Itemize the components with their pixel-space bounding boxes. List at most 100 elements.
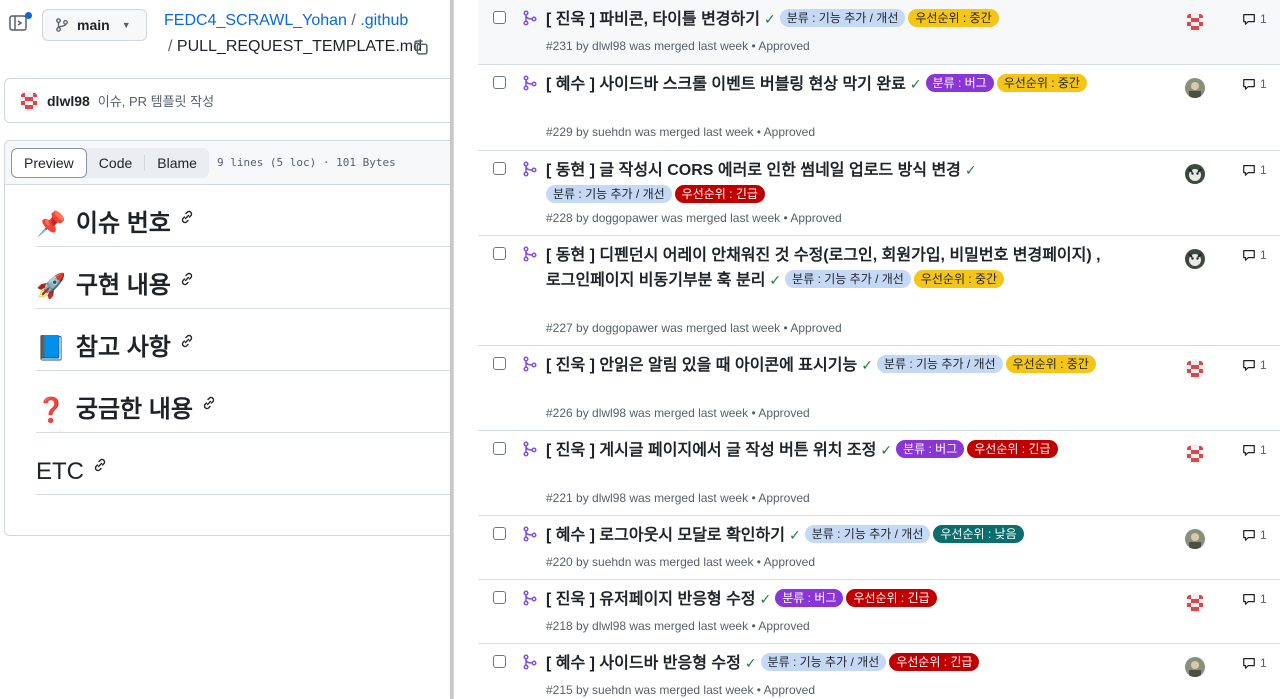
tab-code[interactable]: Code (87, 148, 144, 178)
commit-author-link[interactable]: dlwl98 (47, 93, 90, 109)
comment-count-link[interactable]: 1 (1242, 163, 1267, 177)
avatar[interactable] (1185, 657, 1205, 677)
comment-count: 1 (1260, 77, 1267, 91)
pr-select-checkbox[interactable] (493, 442, 506, 455)
pr-select-checkbox[interactable] (493, 247, 506, 260)
check-icon[interactable]: ✓ (789, 527, 801, 543)
pr-select-checkbox[interactable] (493, 527, 506, 540)
pr-title-line: [ 진욱 ] 안읽은 알림 있을 때 아이콘에 표시기능 ✓ 분류 : 기능 추가 … (546, 353, 1106, 378)
pr-label[interactable]: 분류 : 기능 추가 / 개선 (760, 653, 887, 671)
comment-icon (1243, 360, 1255, 371)
link-icon[interactable] (201, 395, 217, 411)
pr-title-link[interactable]: [ 진욱 ] 안읽은 알림 있을 때 아이콘에 표시기능 (546, 357, 857, 374)
avatar[interactable] (1185, 444, 1205, 464)
heading-issue-number: 📌 이슈 번호 (36, 185, 450, 247)
pr-title-link[interactable]: [ 진욱 ] 파비콘, 타이틀 변경하기 (546, 11, 760, 28)
git-merge-icon (522, 654, 538, 670)
pr-label[interactable]: 우선순위 : 중간 (996, 74, 1087, 92)
pr-title-link[interactable]: [ 진욱 ] 유저페이지 반응형 수정 (546, 591, 756, 608)
link-icon[interactable] (179, 209, 195, 225)
pr-title-line: [ 진욱 ] 게시글 페이지에서 글 작성 버튼 위치 조정 ✓ 분류 : 버그 우선… (546, 438, 1106, 463)
check-icon[interactable]: ✓ (965, 162, 977, 178)
check-icon[interactable]: ✓ (910, 76, 922, 92)
pr-title-link[interactable]: [ 혜수 ] 사이드바 반응형 수정 (546, 655, 741, 672)
chevron-down-icon: ▼ (121, 20, 131, 30)
copy-path-icon[interactable] (412, 39, 429, 56)
breadcrumb-folder-link[interactable]: .github (360, 12, 408, 29)
pr-label[interactable]: 우선순위 : 긴급 (674, 185, 765, 203)
pr-label[interactable]: 우선순위 : 긴급 (889, 653, 980, 671)
pr-list-item: [ 진욱 ] 안읽은 알림 있을 때 아이콘에 표시기능 ✓ 분류 : 기능 추가 … (478, 345, 1280, 430)
pr-title-link[interactable]: [ 혜수 ] 사이드바 스크롤 이벤트 버블링 현상 막기 완료 (546, 76, 906, 93)
pr-select-checkbox[interactable] (493, 655, 506, 668)
commit-message-link[interactable]: 이슈, PR 템플릿 작성 (98, 91, 214, 110)
breadcrumb-repo-link[interactable]: FEDC4_SCRAWL_Yohan (164, 12, 347, 29)
comment-count: 1 (1260, 592, 1267, 606)
pr-label[interactable]: 우선순위 : 긴급 (846, 589, 937, 607)
check-icon[interactable]: ✓ (764, 11, 776, 27)
branch-selector-button[interactable]: main ▼ (42, 9, 147, 41)
comment-count-link[interactable]: 1 (1242, 248, 1267, 262)
file-header: Preview Code Blame 9 lines (5 loc) · 101… (5, 141, 450, 185)
pr-select-checkbox[interactable] (493, 11, 506, 24)
heading-etc: ETC (36, 433, 450, 495)
pr-label[interactable]: 분류 : 버그 (896, 440, 965, 458)
pr-title-link[interactable]: [ 동현 ] 글 작성시 CORS 에러로 인한 썸네일 업로드 방식 변경 (546, 162, 961, 179)
pr-title-link[interactable]: [ 진욱 ] 게시글 페이지에서 글 작성 버튼 위치 조정 (546, 442, 876, 459)
pr-meta: #228 by doggopawer was merged last week … (546, 211, 842, 225)
pr-label[interactable]: 우선순위 : 중간 (908, 9, 999, 27)
pr-list-item: [ 혜수 ] 로그아웃시 모달로 확인하기 ✓ 분류 : 기능 추가 / 개선 우선순… (478, 515, 1280, 579)
link-icon[interactable] (179, 271, 195, 287)
avatar[interactable] (1185, 249, 1205, 269)
comment-icon (1243, 79, 1255, 90)
tab-preview[interactable]: Preview (11, 147, 87, 178)
pushpin-icon: 📌 (36, 210, 66, 238)
pr-select-checkbox[interactable] (493, 591, 506, 604)
avatar[interactable] (1185, 164, 1205, 184)
pr-label[interactable]: 우선순위 : 중간 (1005, 355, 1096, 373)
file-stats: 9 lines (5 loc) · 101 Bytes (216, 156, 396, 169)
pr-select-checkbox[interactable] (493, 357, 506, 370)
check-icon[interactable]: ✓ (760, 591, 772, 607)
check-icon[interactable]: ✓ (769, 272, 781, 288)
comment-count: 1 (1260, 528, 1267, 542)
comment-count-link[interactable]: 1 (1242, 12, 1267, 26)
link-icon[interactable] (179, 333, 195, 349)
breadcrumb-separator: / (351, 12, 356, 29)
pr-label[interactable]: 우선순위 : 낮음 (933, 525, 1024, 543)
comment-count-link[interactable]: 1 (1242, 592, 1267, 606)
comment-count-link[interactable]: 1 (1242, 443, 1267, 457)
sidebar-toggle-icon[interactable] (8, 12, 32, 35)
pr-label[interactable]: 우선순위 : 중간 (913, 270, 1005, 288)
comment-count-link[interactable]: 1 (1242, 528, 1267, 542)
git-merge-icon (522, 356, 538, 372)
comment-count-link[interactable]: 1 (1242, 77, 1267, 91)
pr-label[interactable]: 분류 : 기능 추가 / 개선 (546, 185, 672, 203)
pr-label[interactable]: 분류 : 기능 추가 / 개선 (779, 9, 906, 27)
comment-count-link[interactable]: 1 (1242, 656, 1267, 670)
check-icon[interactable]: ✓ (745, 655, 757, 671)
link-icon[interactable] (92, 457, 108, 473)
avatar[interactable] (1185, 78, 1205, 98)
pr-list-item: [ 동현 ] 디펜던시 어레이 안채워진 것 수정(로그인, 회원가입, 비밀번… (478, 235, 1280, 345)
avatar[interactable] (1185, 529, 1205, 549)
pr-label[interactable]: 우선순위 : 긴급 (967, 440, 1058, 458)
pr-label[interactable]: 분류 : 기능 추가 / 개선 (804, 525, 931, 543)
pr-label[interactable]: 분류 : 기능 추가 / 개선 (785, 270, 911, 288)
pr-label[interactable]: 분류 : 버그 (775, 589, 844, 607)
pr-label[interactable]: 분류 : 기능 추가 / 개선 (876, 355, 1003, 373)
pr-select-checkbox[interactable] (493, 162, 506, 175)
avatar[interactable] (1185, 359, 1205, 379)
pr-label[interactable]: 분류 : 버그 (925, 74, 994, 92)
pr-select-checkbox[interactable] (493, 76, 506, 89)
avatar[interactable] (1185, 593, 1205, 613)
comment-count-link[interactable]: 1 (1242, 358, 1267, 372)
avatar[interactable] (19, 90, 39, 111)
heading-questions: ❓ 궁금한 내용 (36, 371, 450, 433)
check-icon[interactable]: ✓ (880, 442, 892, 458)
avatar[interactable] (1185, 12, 1205, 32)
check-icon[interactable]: ✓ (861, 357, 873, 373)
tab-blame[interactable]: Blame (145, 148, 209, 178)
pr-title-link[interactable]: [ 혜수 ] 로그아웃시 모달로 확인하기 (546, 527, 785, 544)
markdown-body: 📌 이슈 번호 🚀 구현 내용 📘 참고 사항 ❓ 궁금한 내용 ETC (5, 185, 450, 495)
